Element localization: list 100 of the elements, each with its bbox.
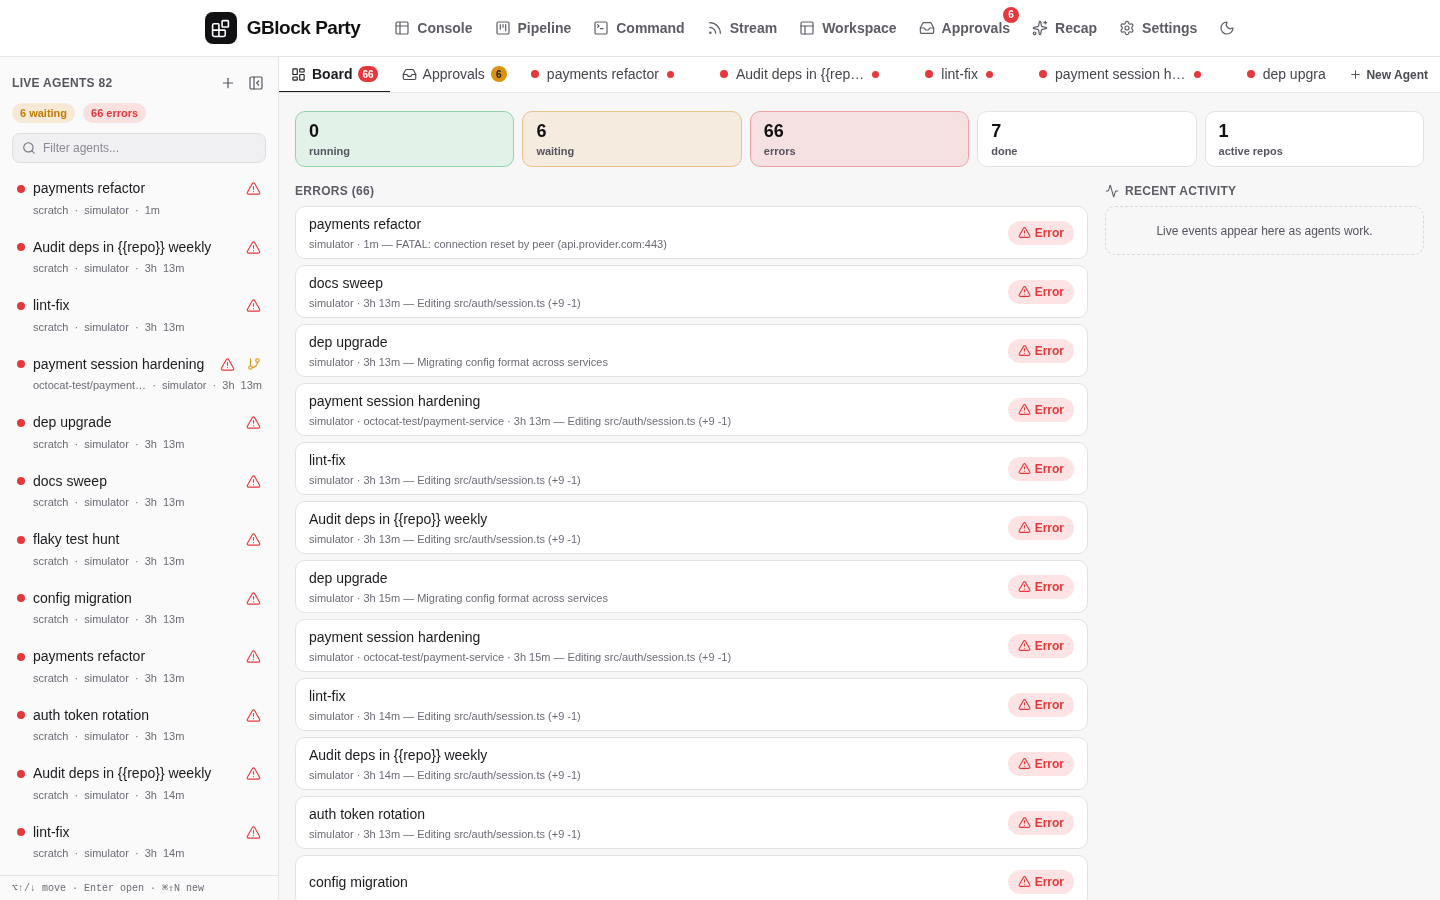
status-badge: Error [1007,751,1074,776]
tab[interactable]: payments refactor [518,57,708,92]
warning-icon [1017,285,1031,298]
error-card[interactable]: Audit deps in {{repo}} weekly simulator · 3h 13m — Editing src/auth/session.ts (+9 -1) Error [295,501,1088,554]
agent-name[interactable]: lint-fix [33,295,238,317]
agent-meta: octocat-test/payment… · simulator · 3h 13m [32,378,261,394]
agent-name[interactable]: Audit deps in {{repo}} weekly [33,763,238,785]
nav-link[interactable]: Pipeline [494,17,572,39]
warning-icon [1017,875,1031,888]
status-badge: Error [1007,574,1074,599]
moon-icon [1219,20,1236,36]
sparkles-icon [1032,20,1049,36]
rss-icon [706,20,723,36]
stat-value: 1 [1218,120,1230,143]
agent-name: payment session hardening [309,391,482,411]
keyboard-hints: ⌥↑/↓ move · Enter open · ⌘⇧N new [12,881,205,896]
agent-name: config migration [309,872,408,892]
status-badge: Error [1007,515,1074,540]
agent-meta: scratch · simulator · 3h 14m [32,787,186,803]
status-badge: Error [1007,869,1074,894]
tab[interactable]: lint-fix [913,57,1027,92]
agent-name[interactable]: payment session hardening [33,353,212,375]
status-count-badge[interactable]: 66 errors [83,103,147,123]
error-card[interactable]: docs sweep simulator · 3h 13m — Editing src/auth/session.ts (+9 -1) Error [295,265,1088,318]
error-card[interactable]: lint-fix simulator · 3h 14m — Editing src/auth/session.ts (+9 -1) Error [295,678,1088,731]
tab[interactable]: Board 66 [279,57,390,92]
error-card[interactable]: payment session hardening simulator · octocat-test/payment-service · 3h 13m — Editing src/auth/session.ts (+9 -1) Error [295,383,1088,436]
inbox-icon [401,66,417,82]
status-badge: Error [1007,279,1074,304]
error-card[interactable]: payments refactor simulator · 1m — FATAL: connection reset by peer (api.provider.com:443) Error [295,206,1088,259]
section-title: RECENT ACTIVITY [1125,183,1237,199]
agent-meta: scratch · simulator · 3h 13m [32,670,186,686]
warning-icon [1017,521,1031,534]
collapse-sidebar-button[interactable] [248,75,264,91]
warning-icon [246,766,261,782]
agent-name[interactable]: auth token rotation [33,704,238,726]
error-detail: simulator · 3h 13m — Editing src/auth/session.ts (+9 -1) [309,295,581,311]
stat-label: errors [763,144,797,159]
dashboard-icon [291,66,306,82]
table-icon [394,20,411,36]
brand-name: GBlock Party [246,15,361,40]
agent-name: Audit deps in {{repo}} weekly [309,745,489,765]
agent-meta: scratch · simulator · 3h 14m [32,846,186,862]
warning-icon [246,181,261,197]
error-detail: simulator · octocat-test/payment-service · 3h 15m — Editing src/auth/session.ts (+9 -1) [309,649,732,665]
stat-value: 7 [991,120,1003,143]
branch-icon [247,357,261,372]
search-icon [22,141,36,155]
agent-name: payments refactor [309,214,423,234]
agent-name[interactable]: payments refactor [33,646,238,668]
tab[interactable]: Audit deps in {{rep… [707,57,914,92]
error-detail: simulator · 3h 13m — Editing src/auth/session.ts (+9 -1) [309,826,581,842]
agent-name[interactable]: config migration [33,587,238,609]
stat-label: done [991,144,1019,159]
nav-link[interactable]: Recap [1032,17,1098,39]
nav-link[interactable]: Settings [1119,17,1198,39]
stat-value: 66 [763,120,785,143]
error-card[interactable]: dep upgrade simulator · 3h 15m — Migrating config format across services Error [295,560,1088,613]
warning-icon [1017,403,1031,416]
tab[interactable]: Approvals 6 [389,57,519,92]
agent-name: payment session hardening [309,627,482,647]
error-card[interactable]: dep upgrade simulator · 3h 13m — Migrating config format across services Error [295,324,1088,377]
layout-icon [799,20,816,36]
error-detail: simulator · 1m — FATAL: connection reset by peer (api.provider.com:443) [309,236,667,252]
agent-name[interactable]: flaky test hunt [33,529,238,551]
empty-state-message: Live events appear here as agents work. [1105,206,1424,255]
agent-name: docs sweep [309,273,384,293]
error-card[interactable]: Audit deps in {{repo}} weekly simulator · 3h 14m — Editing src/auth/session.ts (+9 -1) Error [295,737,1088,790]
nav-link[interactable]: Console [394,17,473,39]
error-card[interactable]: auth token rotation simulator · 3h 13m — Editing src/auth/session.ts (+9 -1) Error [295,796,1088,849]
agent-meta: scratch · simulator · 3h 13m [32,261,186,277]
add-agent-button[interactable] [220,75,236,91]
error-card[interactable]: payment session hardening simulator · octocat-test/payment-service · 3h 15m — Editing src/auth/session.ts (+9 -1) Error [295,619,1088,672]
status-badge: Error [1007,220,1074,245]
tab[interactable]: payment session h… [1026,57,1235,92]
agent-name[interactable]: lint-fix [33,821,238,843]
status-badge: Error [1007,456,1074,481]
theme-toggle[interactable] [1219,20,1236,36]
error-card[interactable]: lint-fix simulator · 3h 13m — Editing src/auth/session.ts (+9 -1) Error [295,442,1088,495]
nav-link[interactable]: Command [593,17,685,39]
agent-name[interactable]: docs sweep [33,470,238,492]
error-card[interactable]: config migration Error [295,855,1088,900]
tab[interactable]: dep upgra [1234,57,1338,92]
stat-value: 0 [309,120,320,143]
status-badge: Error [1007,692,1074,717]
agent-name[interactable]: dep upgrade [33,412,238,434]
agent-name[interactable]: payments refactor [33,178,238,200]
agent-meta: scratch · simulator · 3h 13m [32,553,186,569]
warning-icon [246,415,261,431]
nav-link[interactable]: Stream [706,17,778,39]
section-title: LIVE AGENTS 82 [12,75,113,92]
nav-link[interactable]: Workspace [799,17,897,39]
warning-icon [246,239,261,255]
stat-value: 6 [536,120,548,143]
agent-name[interactable]: Audit deps in {{repo}} weekly [33,236,238,258]
warning-icon [1017,757,1031,770]
search-field[interactable]: Filter agents... [12,133,266,163]
stat-label: waiting [536,144,576,159]
count-badge: 6 [490,66,507,82]
agent-name: Audit deps in {{repo}} weekly [309,509,489,529]
